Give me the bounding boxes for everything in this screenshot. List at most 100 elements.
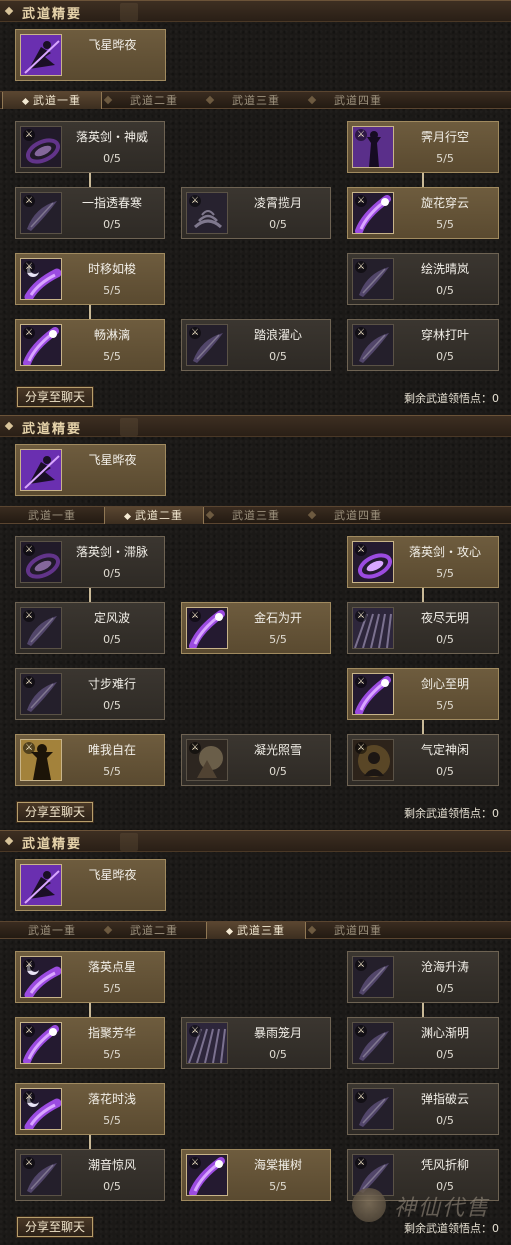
sword-badge-icon: ⚔ [189, 195, 201, 207]
skill-card[interactable]: ⚔ 渊心渐明 0/5 [347, 1017, 499, 1069]
skill-name: 踏浪濯心 [253, 328, 302, 342]
rays-icon: ⚔ [186, 1022, 228, 1064]
swirl-blade-icon: ⚔ [20, 126, 62, 168]
skill-level: 5/5 [103, 765, 121, 778]
skill-card[interactable]: ⚔ 定风波 0/5 [15, 602, 165, 654]
tab-wudao-3[interactable]: 武道三重 [206, 507, 306, 524]
skill-card[interactable]: ⚔ 指聚芳华 5/5 [15, 1017, 165, 1069]
skill-card[interactable]: ⚔ 落英剑・神威 0/5 [15, 121, 165, 173]
skill-name: 夜尽无明 [420, 611, 469, 625]
watermark-text: 神仙代售 [394, 1196, 491, 1221]
tab-wudao-3[interactable]: 武道三重 [206, 922, 306, 939]
tab-wudao-2[interactable]: 武道二重 [104, 922, 204, 939]
tab-label: 武道三重 [232, 509, 280, 522]
skill-card[interactable]: ⚔ 金石为开 5/5 [181, 602, 331, 654]
sword-badge-icon: ⚔ [189, 742, 201, 754]
skill-card[interactable]: ⚔ 夜尽无明 0/5 [347, 602, 499, 654]
tab-wudao-4[interactable]: 武道四重 [308, 922, 408, 939]
sword-badge-icon: ⚔ [23, 544, 35, 556]
tab-wudao-1[interactable]: 武道一重 [2, 507, 102, 524]
diamond-icon [4, 421, 14, 431]
tab-label: 武道二重 [130, 94, 178, 107]
skill-card[interactable]: ⚔ 弹指破云 0/5 [347, 1083, 499, 1135]
tab-wudao-4[interactable]: 武道四重 [308, 507, 408, 524]
essence-skill-name: 飞星晔夜 [88, 868, 137, 882]
skill-card[interactable]: ⚔ 凝光照雪 0/5 [181, 734, 331, 786]
feather-blade-icon: ⚔ [352, 1022, 394, 1064]
skill-name: 潮音惊风 [87, 1158, 136, 1172]
sword-badge-icon: ⚔ [355, 742, 367, 754]
skill-name: 剑心至明 [420, 677, 469, 691]
sword-badge-icon: ⚔ [355, 1025, 367, 1037]
tab-wudao-2[interactable]: 武道二重 [104, 92, 204, 109]
skill-card[interactable]: ⚔ 潮音惊风 0/5 [15, 1149, 165, 1201]
skill-card[interactable]: ⚔ 落英剑・滞脉 0/5 [15, 536, 165, 588]
sword-badge-icon: ⚔ [355, 195, 367, 207]
panel-header: 武道精要 [0, 830, 511, 852]
skill-card[interactable]: ⚔ 剑心至明 5/5 [347, 668, 499, 720]
essence-skill-name: 飞星晔夜 [88, 453, 137, 467]
tree-connector [422, 588, 424, 602]
skill-card[interactable]: ⚔ 踏浪濯心 0/5 [181, 319, 331, 371]
skill-card[interactable]: ⚔ 沧海升涛 0/5 [347, 951, 499, 1003]
feather-blade-icon: ⚔ [352, 1088, 394, 1130]
essence-skill-card[interactable]: 飞星晔夜 [15, 859, 166, 911]
skill-name: 落英剑・攻心 [408, 545, 481, 559]
skill-card[interactable]: ⚔ 落英剑・攻心 5/5 [347, 536, 499, 588]
sword-badge-icon: ⚔ [189, 610, 201, 622]
tab-wudao-4[interactable]: 武道四重 [308, 92, 408, 109]
feather-blade-icon: ⚔ [20, 673, 62, 715]
sword-badge-icon: ⚔ [23, 1091, 35, 1103]
comet-blade-icon: ⚔ [186, 607, 228, 649]
skill-level: 0/5 [436, 1114, 454, 1127]
skill-level: 5/5 [103, 1048, 121, 1061]
feather-blade-icon: ⚔ [352, 324, 394, 366]
share-to-chat-button[interactable]: 分享至聊天 [16, 386, 94, 408]
tab-wudao-3[interactable]: 武道三重 [206, 92, 306, 109]
skill-card[interactable]: ⚔ 穿林打叶 0/5 [347, 319, 499, 371]
moon-blade-icon: ⚔ [20, 1088, 62, 1130]
tree-connector [89, 173, 91, 187]
sword-badge-icon: ⚔ [355, 129, 367, 141]
sword-badge-icon: ⚔ [23, 195, 35, 207]
skill-card[interactable]: ⚔ 绘洗晴岚 0/5 [347, 253, 499, 305]
tab-wudao-1[interactable]: 武道一重 [2, 92, 102, 109]
comet-blade-icon: ⚔ [352, 192, 394, 234]
skill-card[interactable]: ⚔ 海棠摧树 5/5 [181, 1149, 331, 1201]
skill-name: 指聚芳华 [87, 1026, 136, 1040]
skill-card[interactable]: ⚔ 畅淋漓 5/5 [15, 319, 165, 371]
skill-card[interactable]: ⚔ 气定神闲 0/5 [347, 734, 499, 786]
sword-badge-icon: ⚔ [23, 959, 35, 971]
skill-card[interactable]: ⚔ 落英点星 5/5 [15, 951, 165, 1003]
sword-badge-icon: ⚔ [23, 1157, 35, 1169]
essence-skill-card[interactable]: 飞星晔夜 [15, 29, 166, 81]
skill-card[interactable]: ⚔ 唯我自在 5/5 [15, 734, 165, 786]
skill-card[interactable]: ⚔ 暴雨笼月 0/5 [181, 1017, 331, 1069]
skill-card[interactable]: ⚔ 凌霄揽月 0/5 [181, 187, 331, 239]
share-to-chat-button[interactable]: 分享至聊天 [16, 1216, 94, 1238]
share-to-chat-button[interactable]: 分享至聊天 [16, 801, 94, 823]
diamond-icon [21, 97, 30, 105]
mascot-face-icon [352, 1188, 386, 1222]
skill-card[interactable]: ⚔ 时移如梭 5/5 [15, 253, 165, 305]
skill-card[interactable]: ⚔ 霁月行空 5/5 [347, 121, 499, 173]
skill-card[interactable]: ⚔ 寸步难行 0/5 [15, 668, 165, 720]
essence-skill-card[interactable]: 飞星晔夜 [15, 444, 166, 496]
feather-blade-icon: ⚔ [352, 956, 394, 998]
tree-connector [89, 1135, 91, 1149]
skill-card[interactable]: ⚔ 旋花穿云 5/5 [347, 187, 499, 239]
tab-wudao-2[interactable]: 武道二重 [104, 507, 204, 524]
shadow-figure-icon: ⚔ [352, 126, 394, 168]
skill-card[interactable]: ⚔ 落花时浅 5/5 [15, 1083, 165, 1135]
tab-label: 武道三重 [232, 94, 280, 107]
tree-connector [422, 1003, 424, 1017]
skill-card[interactable]: ⚔ 一指透春寒 0/5 [15, 187, 165, 239]
tab-wudao-1[interactable]: 武道一重 [2, 922, 102, 939]
skill-name: 落英剑・神威 [75, 130, 148, 144]
diamond-icon [4, 836, 14, 846]
tab-bar: 武道一重 武道二重 武道三重 武道四重 [0, 506, 511, 524]
skill-level: 0/5 [269, 350, 287, 363]
swirl-blade-icon: ⚔ [20, 541, 62, 583]
skill-name: 落花时浅 [87, 1092, 136, 1106]
sword-badge-icon: ⚔ [23, 742, 35, 754]
